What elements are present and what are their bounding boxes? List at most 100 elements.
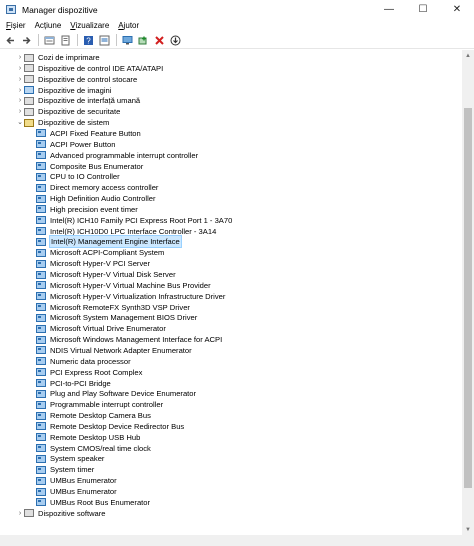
- collapse-chevron-icon[interactable]: ⌄: [16, 117, 24, 128]
- enable-device-icon: [138, 36, 147, 44]
- device-item[interactable]: PCI-to-PCI Bridge: [28, 378, 111, 389]
- uninstall-device-button[interactable]: [153, 34, 166, 47]
- maximize-button[interactable]: ☐: [406, 0, 440, 19]
- device-item[interactable]: Plug and Play Software Device Enumerator: [28, 388, 196, 399]
- properties-button[interactable]: [43, 34, 56, 47]
- device-item[interactable]: Microsoft Windows Management Interface f…: [28, 334, 222, 345]
- system-device-icon: [36, 400, 46, 409]
- device-item[interactable]: ACPI Power Button: [28, 139, 115, 150]
- device-item[interactable]: Advanced programmable interrupt controll…: [28, 150, 198, 161]
- device-item[interactable]: Direct memory access controller: [28, 182, 158, 193]
- back-button[interactable]: [4, 34, 17, 47]
- expand-chevron-icon[interactable]: ›: [16, 95, 24, 106]
- horizontal-scrollbar[interactable]: [0, 535, 462, 546]
- expand-chevron-icon[interactable]: ›: [16, 52, 24, 63]
- device-item[interactable]: Numeric data processor: [28, 356, 131, 367]
- device-item[interactable]: Microsoft ACPI-Compliant System: [28, 247, 164, 258]
- menu-file[interactable]: Fișier: [6, 21, 26, 30]
- scan-hardware-button[interactable]: [98, 34, 111, 47]
- human-interface-icon: [24, 96, 34, 105]
- tree-category[interactable]: › Cozi de imprimare: [16, 52, 100, 63]
- device-item[interactable]: Intel(R) ICH10 Family PCI Express Root P…: [28, 215, 232, 226]
- device-item[interactable]: Intel(R) Management Engine Interface: [28, 235, 182, 249]
- scrollbar-thumb[interactable]: [464, 108, 472, 488]
- device-item[interactable]: Remote Desktop Camera Bus: [28, 410, 151, 421]
- minimize-button[interactable]: —: [372, 0, 406, 19]
- category-label: Dispozitive software: [38, 508, 106, 518]
- category-label: Dispozitive de sistem: [38, 118, 110, 128]
- tree-category[interactable]: › Dispozitive de imagini: [16, 85, 112, 96]
- system-device-icon: [36, 498, 46, 507]
- device-item[interactable]: UMBus Enumerator: [28, 475, 117, 486]
- tree-category[interactable]: › Dispozitive de interfață umană: [16, 95, 140, 106]
- ide-controller-icon: [24, 64, 34, 73]
- computer-icon: [122, 35, 133, 44]
- close-button[interactable]: ✕: [440, 0, 474, 19]
- device-item[interactable]: Remote Desktop USB Hub: [28, 432, 140, 443]
- expand-chevron-icon[interactable]: ›: [16, 74, 24, 85]
- device-item[interactable]: ACPI Fixed Feature Button: [28, 128, 141, 139]
- menu-bar: Fișier Acțiune Vizualizare Ajutor: [0, 19, 474, 32]
- print-queue-icon: [24, 53, 34, 62]
- tree-category[interactable]: › Dispozitive de securitate: [16, 106, 120, 117]
- device-item[interactable]: System speaker: [28, 453, 104, 464]
- forward-button[interactable]: [20, 34, 33, 47]
- device-item[interactable]: Composite Bus Enumerator: [28, 161, 143, 172]
- update-driver-button[interactable]: [59, 34, 72, 47]
- tree-category[interactable]: › Dispozitive de control IDE ATA/ATAPI: [16, 63, 163, 74]
- device-item[interactable]: Microsoft Virtual Drive Enumerator: [28, 323, 166, 334]
- device-item[interactable]: NDIS Virtual Network Adapter Enumerator: [28, 345, 192, 356]
- tree-category[interactable]: › Dispozitive software: [16, 508, 106, 519]
- download-button[interactable]: [169, 34, 182, 47]
- device-tree[interactable]: › Cozi de imprimare › Dispozitive de contro…: [0, 50, 462, 535]
- device-item[interactable]: Microsoft System Management BIOS Driver: [28, 312, 197, 323]
- device-label: Programmable interrupt controller: [50, 400, 164, 410]
- device-item[interactable]: UMBus Root Bus Enumerator: [28, 497, 150, 508]
- vertical-scrollbar[interactable]: ▲ ▼: [462, 50, 474, 535]
- device-item[interactable]: Microsoft Hyper-V Virtualization Infrast…: [28, 291, 225, 302]
- scroll-up-icon[interactable]: ▲: [462, 50, 474, 61]
- device-label: Microsoft RemoteFX Synth3D VSP Driver: [50, 302, 190, 312]
- device-label: System timer: [50, 465, 95, 475]
- device-item[interactable]: Microsoft RemoteFX Synth3D VSP Driver: [28, 302, 190, 313]
- device-item[interactable]: Intel(R) ICH10D0 LPC Interface Controlle…: [28, 226, 216, 237]
- device-item[interactable]: CPU to IO Controller: [28, 171, 120, 182]
- device-label: Remote Desktop Device Redirector Bus: [50, 421, 185, 431]
- device-item[interactable]: Programmable interrupt controller: [28, 399, 163, 410]
- device-item[interactable]: UMBus Enumerator: [28, 486, 117, 497]
- enable-device-button[interactable]: [137, 34, 150, 47]
- expand-chevron-icon[interactable]: ›: [16, 508, 24, 519]
- scroll-down-icon[interactable]: ▼: [462, 524, 474, 535]
- device-item[interactable]: Microsoft Hyper-V PCI Server: [28, 258, 150, 269]
- device-item[interactable]: PCI Express Root Complex: [28, 367, 142, 378]
- device-label: Microsoft Hyper-V Virtualization Infrast…: [50, 291, 226, 301]
- device-item[interactable]: System timer: [28, 464, 94, 475]
- menu-help[interactable]: Ajutor: [118, 21, 139, 30]
- computer-button[interactable]: [121, 34, 134, 47]
- expand-chevron-icon[interactable]: ›: [16, 85, 24, 96]
- expand-chevron-icon[interactable]: ›: [16, 106, 24, 117]
- device-item[interactable]: High precision event timer: [28, 204, 138, 215]
- toolbar: ?: [0, 32, 474, 49]
- device-item[interactable]: Microsoft Hyper-V Virtual Machine Bus Pr…: [28, 280, 211, 291]
- menu-action[interactable]: Acțiune: [35, 21, 62, 30]
- device-label: PCI Express Root Complex: [50, 367, 143, 377]
- device-item[interactable]: Remote Desktop Device Redirector Bus: [28, 421, 184, 432]
- device-item[interactable]: Microsoft Hyper-V Virtual Disk Server: [28, 269, 176, 280]
- device-item[interactable]: System CMOS/real time clock: [28, 443, 151, 454]
- tree-category-expanded[interactable]: ⌄ Dispozitive de sistem: [16, 117, 109, 128]
- device-item[interactable]: High Definition Audio Controller: [28, 193, 156, 204]
- help-button[interactable]: ?: [82, 34, 95, 47]
- tree-category[interactable]: › Dispozitive de control stocare: [16, 74, 137, 85]
- expand-chevron-icon[interactable]: ›: [16, 63, 24, 74]
- menu-view[interactable]: Vizualizare: [70, 21, 109, 30]
- security-device-icon: [24, 107, 34, 116]
- system-device-icon: [36, 216, 46, 225]
- device-label: ACPI Power Button: [50, 139, 116, 149]
